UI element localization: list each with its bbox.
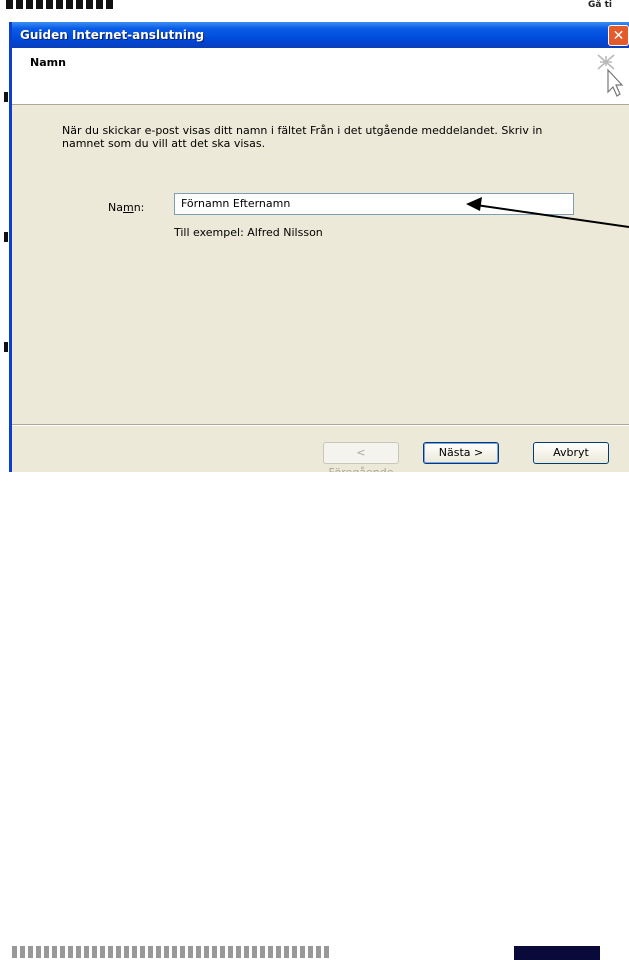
page-title: Namn xyxy=(30,56,66,69)
background-bottom xyxy=(0,472,629,960)
back-button[interactable]: < Föregående xyxy=(323,442,399,479)
name-label: Namn: xyxy=(108,201,145,214)
footer-divider xyxy=(12,424,629,426)
name-input[interactable]: Förnamn Efternamn xyxy=(174,193,574,215)
close-button[interactable]: ✕ xyxy=(608,25,629,46)
background-mark xyxy=(4,342,8,352)
background-mark xyxy=(4,92,8,102)
example-text: Till exempel: Alfred Nilsson xyxy=(174,226,323,239)
wizard-window: Guiden Internet-anslutning ✕ Namn När du… xyxy=(9,22,629,479)
background-mark xyxy=(4,232,8,242)
background-text xyxy=(6,0,116,9)
wizard-wand-icon xyxy=(597,54,624,97)
window-title: Guiden Internet-anslutning xyxy=(20,28,205,42)
instructions-text: När du skickar e-post visas ditt namn i … xyxy=(62,124,543,150)
background-image-bottom xyxy=(514,946,600,960)
background-desktop-top: Gå ti xyxy=(0,0,629,22)
title-bar[interactable]: Guiden Internet-anslutning ✕ xyxy=(12,22,629,48)
background-left-edge xyxy=(0,22,9,472)
wizard-header: Namn xyxy=(12,48,629,105)
background-text-bottom xyxy=(12,946,332,958)
background-text-right: Gå ti xyxy=(588,0,612,10)
cancel-button[interactable]: Avbryt xyxy=(533,442,609,464)
next-button[interactable]: Nästa > xyxy=(423,442,499,464)
